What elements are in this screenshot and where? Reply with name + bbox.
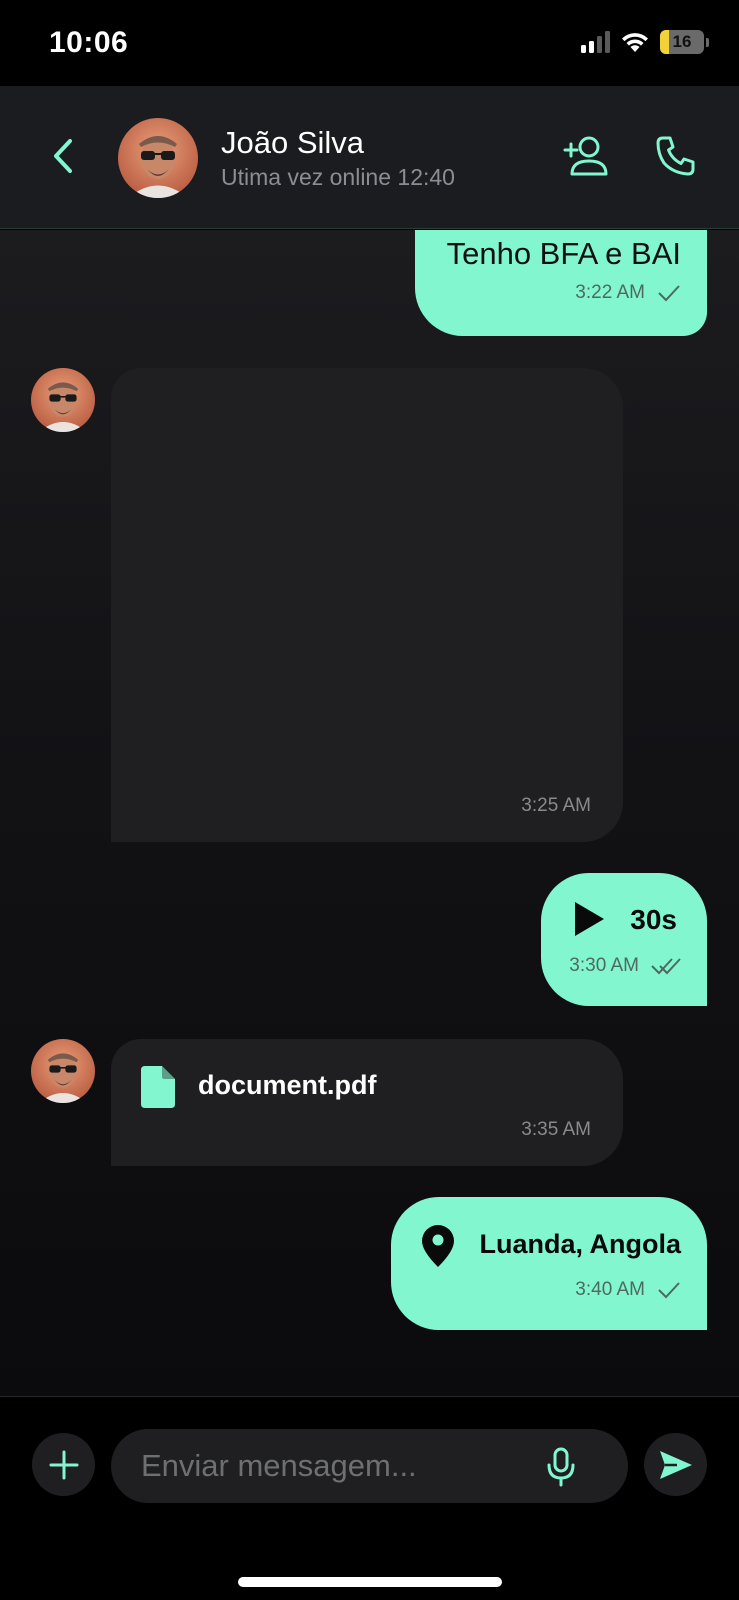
message-outgoing-text[interactable]: Tenho BFA e BAI 3:22 AM [415, 230, 707, 336]
sender-avatar[interactable] [31, 368, 95, 432]
wifi-icon [622, 33, 648, 52]
microphone-icon [547, 1447, 575, 1487]
message-time: 3:22 AM [575, 282, 645, 303]
message-input[interactable] [141, 1429, 521, 1503]
message-meta: 3:22 AM [575, 282, 681, 304]
attach-button[interactable] [32, 1433, 95, 1496]
contact-name[interactable]: João Silva [221, 125, 364, 161]
double-check-icon [651, 958, 681, 975]
contact-last-seen: Utima vez online 12:40 [221, 164, 455, 190]
add-contact-icon [563, 136, 608, 176]
battery-icon: 16 [660, 30, 704, 54]
message-time: 3:40 AM [575, 1279, 645, 1300]
location-pin-icon [422, 1225, 454, 1267]
battery-level: 16 [672, 32, 692, 51]
play-icon [575, 902, 604, 936]
message-outgoing-location[interactable]: Luanda, Angola 3:40 AM [391, 1197, 707, 1330]
message-incoming-image[interactable]: 3:25 AM [111, 368, 623, 842]
message-time: 3:30 AM [569, 955, 639, 976]
send-button[interactable] [644, 1433, 707, 1496]
cellular-signal-icon [581, 31, 610, 53]
message-composer [0, 1396, 739, 1600]
plus-icon [49, 1450, 78, 1479]
status-time: 10:06 [49, 26, 129, 59]
message-time: 3:25 AM [521, 795, 591, 816]
contact-avatar[interactable] [118, 118, 198, 198]
message-input-container [111, 1429, 628, 1503]
chevron-left-icon [54, 139, 72, 173]
add-contact-button[interactable] [563, 134, 609, 178]
home-indicator [238, 1577, 502, 1587]
back-button[interactable] [46, 136, 80, 176]
phone-icon [656, 136, 695, 176]
call-button[interactable] [654, 134, 698, 178]
chat-header: João Silva Utima vez online 12:40 [0, 86, 739, 229]
location-name[interactable]: Luanda, Angola [480, 1229, 682, 1260]
chat-messages[interactable]: Tenho BFA e BAI 3:22 AM 3:25 AM 30s 3:30… [0, 230, 739, 1396]
sender-avatar[interactable] [31, 1039, 95, 1103]
message-time: 3:35 AM [521, 1119, 591, 1140]
message-meta: 3:40 AM [575, 1279, 681, 1301]
message-text: Tenho BFA e BAI [446, 236, 681, 271]
play-button[interactable] [573, 901, 605, 937]
status-icons: 16 [581, 30, 709, 54]
status-bar: 10:06 16 [0, 0, 739, 86]
audio-duration: 30s [630, 904, 677, 935]
check-icon [658, 1282, 680, 1299]
message-outgoing-audio[interactable]: 30s 3:30 AM [541, 873, 707, 1006]
send-icon [659, 1450, 692, 1479]
file-name[interactable]: document.pdf [198, 1070, 376, 1101]
message-meta: 3:30 AM [569, 955, 681, 977]
voice-record-button[interactable] [546, 1447, 576, 1487]
message-incoming-file[interactable]: document.pdf 3:35 AM [111, 1039, 623, 1166]
check-icon [658, 285, 680, 302]
file-icon [141, 1066, 175, 1108]
